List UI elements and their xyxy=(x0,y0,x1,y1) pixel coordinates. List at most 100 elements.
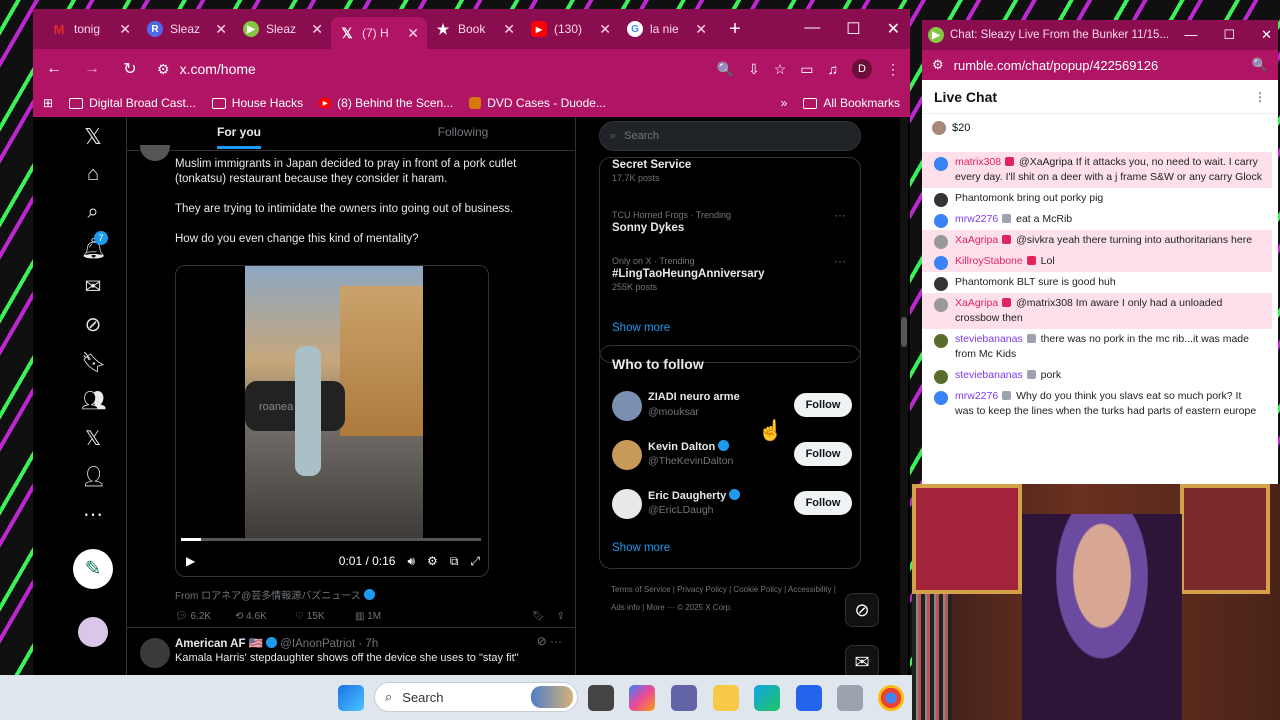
close-icon[interactable]: ✕ xyxy=(599,21,611,38)
apps-grid-icon[interactable]: ⊞ xyxy=(43,96,53,110)
avatar[interactable] xyxy=(612,489,642,519)
follow-suggestion[interactable]: ZIADI neuro arme @mouksar Follow xyxy=(612,391,852,427)
follow-button[interactable]: Follow xyxy=(794,491,852,515)
user-avatar-icon[interactable] xyxy=(934,334,948,348)
trend-item[interactable]: Only on X · Trending #LingTaoHeungAnniver… xyxy=(612,256,765,292)
user-avatar-icon[interactable] xyxy=(934,235,948,249)
avatar[interactable] xyxy=(612,440,642,470)
forward-arrow-icon[interactable]: → xyxy=(81,60,103,78)
user-avatar-icon[interactable] xyxy=(934,256,948,270)
more-circle-icon[interactable]: ⋯ xyxy=(81,503,105,527)
like-button[interactable]: ♡ 15K xyxy=(295,611,355,622)
pinned-tip[interactable]: $20 xyxy=(922,114,1278,142)
close-icon[interactable]: ✕ xyxy=(407,25,419,42)
back-arrow-icon[interactable]: ← xyxy=(43,60,65,78)
install-icon[interactable]: ⇩ xyxy=(748,61,760,78)
footer-links[interactable]: Terms of Service | Privacy Policy | Cook… xyxy=(611,581,851,617)
video-player[interactable]: roanea ▶ 0:01 / 0:16 🔊︎ ⚙ ⧉ ⤢ xyxy=(175,265,489,577)
app-icon[interactable] xyxy=(837,685,863,711)
chat-address-bar[interactable]: ⚙ rumble.com/chat/popup/422569126 🔍 xyxy=(922,50,1278,80)
bookmark-item[interactable]: ▶ (8) Behind the Scen... xyxy=(319,96,453,110)
chat-username[interactable]: steviebananas xyxy=(955,369,1023,381)
user-avatar-icon[interactable] xyxy=(934,370,948,384)
chat-username[interactable]: Phantomonk xyxy=(955,192,1014,204)
reply-button[interactable]: 💬︎ 6.2K xyxy=(175,611,235,622)
account-avatar[interactable] xyxy=(78,617,108,647)
trend-item[interactable]: TCU Horned Frogs · Trending Sonny Dykes xyxy=(612,210,731,236)
bookmark-item[interactable]: DVD Cases - Duode... xyxy=(469,96,606,110)
post-author[interactable]: American AF 🇺🇸 xyxy=(175,638,263,650)
site-info-icon[interactable]: ⚙ xyxy=(932,57,944,73)
chat-username[interactable]: mrw2276 xyxy=(955,390,998,402)
chat-username[interactable]: mrw2276 xyxy=(955,213,998,225)
reload-icon[interactable]: ↻ xyxy=(119,59,141,79)
user-avatar-icon[interactable] xyxy=(934,214,948,228)
settings-gear-icon[interactable]: ⚙ xyxy=(427,554,438,568)
x-logo-icon[interactable]: 𝕏 xyxy=(81,125,105,149)
premium-x-icon[interactable]: 𝕏 xyxy=(81,427,105,451)
video-progress[interactable] xyxy=(181,538,481,541)
volume-icon[interactable]: 🔊︎ xyxy=(407,554,415,569)
tab-bookmarks[interactable]: ★ Book ✕ xyxy=(427,14,523,44)
repost-button[interactable]: ⟲ 4.6K xyxy=(235,611,295,622)
follow-button[interactable]: Follow xyxy=(794,442,852,466)
follow-button[interactable]: Follow xyxy=(794,393,852,417)
trend-item[interactable]: Secret Service 17.7K posts xyxy=(612,157,691,183)
tab-sleazy-1[interactable]: R Sleaz ✕ xyxy=(139,14,235,44)
edge-icon[interactable] xyxy=(754,685,780,711)
bookmark-star-icon[interactable]: ☆ xyxy=(774,61,787,78)
fullscreen-icon[interactable]: ⤢ xyxy=(470,554,480,569)
tab-youtube[interactable]: ▶ (130) ✕ xyxy=(523,14,619,44)
post-avatar[interactable] xyxy=(140,638,170,668)
search-input[interactable]: ⌕ Search xyxy=(599,121,861,151)
close-icon[interactable]: ✕ xyxy=(215,21,227,38)
teams-icon[interactable] xyxy=(671,685,697,711)
user-avatar-icon[interactable] xyxy=(934,157,948,171)
cast-icon[interactable]: ▭ xyxy=(800,61,813,78)
store-icon[interactable] xyxy=(796,685,822,711)
show-more-link[interactable]: Show more xyxy=(612,542,670,554)
maximize-icon[interactable]: ☐ xyxy=(1223,27,1235,43)
user-avatar-icon[interactable] xyxy=(934,298,948,312)
show-more-link[interactable]: Show more xyxy=(612,322,670,334)
copilot-icon[interactable] xyxy=(629,685,655,711)
chat-username[interactable]: XaAgripa xyxy=(955,234,998,246)
mail-icon[interactable]: ✉ xyxy=(81,275,105,299)
more-dots-icon[interactable]: ··· xyxy=(834,208,846,222)
zoom-icon[interactable]: 🔍 xyxy=(717,61,734,78)
close-window-icon[interactable]: ✕ xyxy=(1261,27,1272,43)
user-avatar-icon[interactable] xyxy=(934,193,948,207)
zoom-icon[interactable]: 🔍 xyxy=(1252,57,1268,73)
chat-username[interactable]: Phantomonk xyxy=(955,276,1014,288)
tab-google[interactable]: Gla nie ✕ xyxy=(619,14,715,44)
chat-menu-icon[interactable]: ⋮ xyxy=(1254,90,1266,104)
pip-icon[interactable]: ⧉ xyxy=(450,554,459,569)
post-item[interactable]: American AF 🇺🇸 @IAnonPatriot · 7h ⊘ ··· … xyxy=(127,627,575,675)
address-bar[interactable]: ⚙ x.com/home xyxy=(157,61,701,78)
tab-x-home[interactable]: 𝕏 (7) H ✕ xyxy=(331,17,427,49)
menu-kebab-icon[interactable]: ⋮ xyxy=(886,61,900,78)
close-icon[interactable]: ✕ xyxy=(695,21,707,38)
search-icon[interactable]: ⌕ xyxy=(81,200,105,224)
chevron-right-icon[interactable]: » xyxy=(781,96,788,110)
user-avatar-icon[interactable] xyxy=(934,391,948,405)
share-icon[interactable]: ⇪ xyxy=(557,611,565,622)
windows-start-icon[interactable] xyxy=(338,685,364,711)
communities-icon[interactable]: 👥︎ xyxy=(81,389,106,413)
profile-icon[interactable]: 👤︎ xyxy=(81,465,106,489)
all-bookmarks[interactable]: All Bookmarks xyxy=(803,96,900,110)
minimize-icon[interactable]: — xyxy=(1184,27,1197,43)
bell-icon[interactable]: 🔔︎ 7 xyxy=(81,231,108,261)
profile-avatar[interactable]: D xyxy=(852,59,872,79)
messages-fab-icon[interactable]: ✉ xyxy=(845,645,879,675)
grok-fab-icon[interactable]: ⊘ xyxy=(845,593,879,627)
taskbar-search[interactable]: ⌕ Search xyxy=(374,682,578,712)
file-explorer-icon[interactable] xyxy=(713,685,739,711)
home-icon[interactable]: ⌂ xyxy=(81,162,105,186)
bookmark-item[interactable]: Digital Broad Cast... xyxy=(69,96,196,110)
post-avatar[interactable] xyxy=(140,145,170,161)
bookmark-item[interactable]: House Hacks xyxy=(211,96,303,110)
more-dots-icon[interactable]: ··· xyxy=(834,254,846,268)
scrollbar[interactable] xyxy=(900,117,908,675)
bookmark-icon[interactable]: 🔖︎ xyxy=(81,351,106,375)
